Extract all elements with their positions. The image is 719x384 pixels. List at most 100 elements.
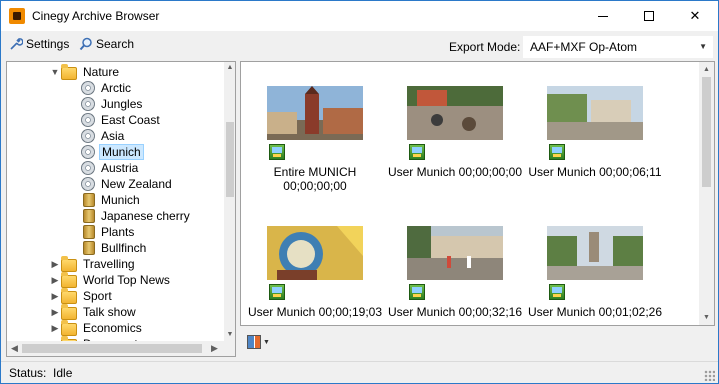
chevron-down-icon: ▼ bbox=[699, 42, 707, 51]
clip-thumbnail bbox=[407, 86, 503, 140]
tree-item-label: World Top News bbox=[83, 273, 170, 287]
clip-tile[interactable]: Entire MUNICH 00;00;00;00 bbox=[245, 86, 385, 196]
clip-label: User Munich 00;01;02;26 bbox=[527, 305, 663, 319]
tree-item[interactable]: Austria bbox=[69, 160, 140, 176]
tree-item[interactable]: Arctic bbox=[69, 80, 133, 96]
app-logo-icon bbox=[9, 8, 25, 24]
settings-label: Settings bbox=[26, 37, 70, 51]
archive-tree[interactable]: ▼ Nature Arctic Jungles East Coast Asia Munich… bbox=[6, 61, 236, 357]
tree-item-label: Japanese cherry bbox=[101, 209, 190, 223]
tree-item-label: Austria bbox=[101, 161, 139, 175]
tree-item-label: New Zealand bbox=[101, 177, 172, 191]
bin-icon bbox=[83, 241, 95, 255]
chevron-down-icon: ▼ bbox=[263, 338, 270, 346]
tree-item[interactable]: Bullfinch bbox=[69, 240, 148, 256]
tree-item[interactable]: ▼ Nature bbox=[49, 63, 121, 80]
tree-item[interactable]: Munich bbox=[69, 144, 144, 160]
export-mode-label: Export Mode: bbox=[449, 40, 521, 54]
toolbar: Settings Search Export Mode: AAF+MXF Op-… bbox=[1, 32, 718, 60]
tree-item[interactable]: Jungles bbox=[69, 96, 144, 112]
clip-tile[interactable]: User Munich 00;00;19;03 bbox=[245, 226, 385, 325]
view-mode-button[interactable]: ▼ bbox=[247, 335, 270, 349]
clip-icon bbox=[409, 144, 425, 160]
search-button[interactable]: Search bbox=[79, 37, 134, 51]
scroll-thumb[interactable] bbox=[226, 122, 234, 197]
folder-icon bbox=[61, 319, 77, 336]
tree-item-label: Asia bbox=[101, 129, 125, 143]
scroll-left-icon[interactable]: ◀ bbox=[7, 341, 22, 356]
clip-label: User Munich 00;00;32;16 bbox=[387, 305, 523, 319]
maximize-button[interactable] bbox=[626, 1, 672, 31]
tree-horizontal-scrollbar[interactable]: ◀ ▶ bbox=[7, 341, 235, 356]
clip-icon bbox=[409, 284, 425, 300]
clip-icon bbox=[549, 284, 565, 300]
status-text: Status: Idle bbox=[9, 366, 73, 380]
expand-arrow-icon[interactable]: ▶ bbox=[49, 291, 61, 302]
collapse-arrow-icon[interactable]: ▼ bbox=[49, 67, 61, 77]
film-reel-icon bbox=[81, 145, 95, 159]
expand-arrow-icon[interactable]: ▶ bbox=[49, 259, 61, 270]
clip-tile[interactable]: User Munich 00;00;00;00 bbox=[385, 86, 525, 196]
clip-thumbnail bbox=[267, 86, 363, 140]
scroll-down-icon[interactable]: ▼ bbox=[224, 329, 235, 341]
bin-icon bbox=[83, 193, 95, 207]
tree-vertical-scrollbar[interactable]: ▲ ▼ bbox=[224, 62, 235, 341]
gallery-vertical-scrollbar[interactable]: ▲ ▼ bbox=[699, 62, 714, 325]
scroll-up-icon[interactable]: ▲ bbox=[224, 62, 235, 74]
tree-item[interactable]: Japanese cherry bbox=[69, 208, 192, 224]
clip-icon bbox=[269, 144, 285, 160]
tree-item-label: Nature bbox=[83, 65, 120, 79]
tree-item[interactable]: New Zealand bbox=[69, 176, 174, 192]
tree-item[interactable]: ▶ Sport bbox=[49, 287, 114, 304]
tree-item-label: Plants bbox=[101, 225, 135, 239]
clip-thumbnail bbox=[547, 86, 643, 140]
clip-thumbnail bbox=[407, 226, 503, 280]
tree-item-label: Sport bbox=[83, 289, 112, 303]
tree-item[interactable]: Asia bbox=[69, 128, 126, 144]
tree-item-label: Munich bbox=[101, 193, 140, 207]
clip-thumbnail bbox=[267, 226, 363, 280]
expand-arrow-icon[interactable]: ▶ bbox=[49, 307, 61, 318]
scroll-up-icon[interactable]: ▲ bbox=[699, 62, 714, 77]
clip-tile[interactable]: User Munich 00;01;02;26 bbox=[525, 226, 665, 325]
clip-icon bbox=[549, 144, 565, 160]
clip-tile[interactable]: User Munich 00;00;06;11 bbox=[525, 86, 665, 196]
scroll-thumb[interactable] bbox=[702, 77, 711, 187]
search-icon bbox=[79, 37, 92, 51]
film-reel-icon bbox=[81, 129, 95, 143]
expand-arrow-icon[interactable]: ▶ bbox=[49, 323, 61, 334]
folder-icon bbox=[61, 63, 77, 80]
settings-button[interactable]: Settings bbox=[9, 37, 69, 51]
tree-item[interactable]: Munich bbox=[69, 192, 142, 208]
minimize-button[interactable] bbox=[580, 1, 626, 31]
search-label: Search bbox=[96, 37, 135, 51]
expand-arrow-icon[interactable]: ▶ bbox=[49, 275, 61, 286]
film-reel-icon bbox=[81, 81, 95, 95]
resize-grip-icon[interactable] bbox=[704, 370, 715, 381]
tree-item[interactable]: Plants bbox=[69, 224, 136, 240]
clip-icon bbox=[269, 284, 285, 300]
film-reel-icon bbox=[81, 177, 95, 191]
export-mode-select[interactable]: AAF+MXF Op-Atom ▼ bbox=[523, 36, 713, 58]
close-icon: ✕ bbox=[689, 8, 701, 23]
window-title: Cinegy Archive Browser bbox=[32, 9, 160, 23]
clip-tile[interactable]: User Munich 00;00;32;16 bbox=[385, 226, 525, 325]
folder-icon bbox=[61, 303, 77, 320]
scroll-right-icon[interactable]: ▶ bbox=[207, 341, 222, 356]
app-window: Cinegy Archive Browser ✕ Settings Search… bbox=[0, 0, 719, 384]
tree-item[interactable]: ▶ Economics bbox=[49, 319, 144, 336]
scroll-down-icon[interactable]: ▼ bbox=[699, 310, 714, 325]
bin-icon bbox=[83, 225, 95, 239]
tree-item[interactable]: East Coast bbox=[69, 112, 162, 128]
scroll-thumb[interactable] bbox=[22, 344, 202, 353]
clip-label: User Munich 00;00;00;00 bbox=[387, 165, 523, 179]
tree-item-label: Arctic bbox=[101, 81, 131, 95]
tree-item[interactable]: ▶ Talk show bbox=[49, 303, 138, 320]
thumbnail-view-icon bbox=[247, 335, 261, 349]
tree-item-label: Economics bbox=[83, 321, 142, 335]
tree-item[interactable]: ▶ World Top News bbox=[49, 271, 172, 288]
clip-gallery[interactable]: Entire MUNICH 00;00;00;00 User Munich 00… bbox=[240, 61, 715, 326]
export-mode-value: AAF+MXF Op-Atom bbox=[530, 40, 638, 54]
tree-item[interactable]: ▶ Travelling bbox=[49, 255, 137, 272]
close-button[interactable]: ✕ bbox=[672, 1, 718, 31]
